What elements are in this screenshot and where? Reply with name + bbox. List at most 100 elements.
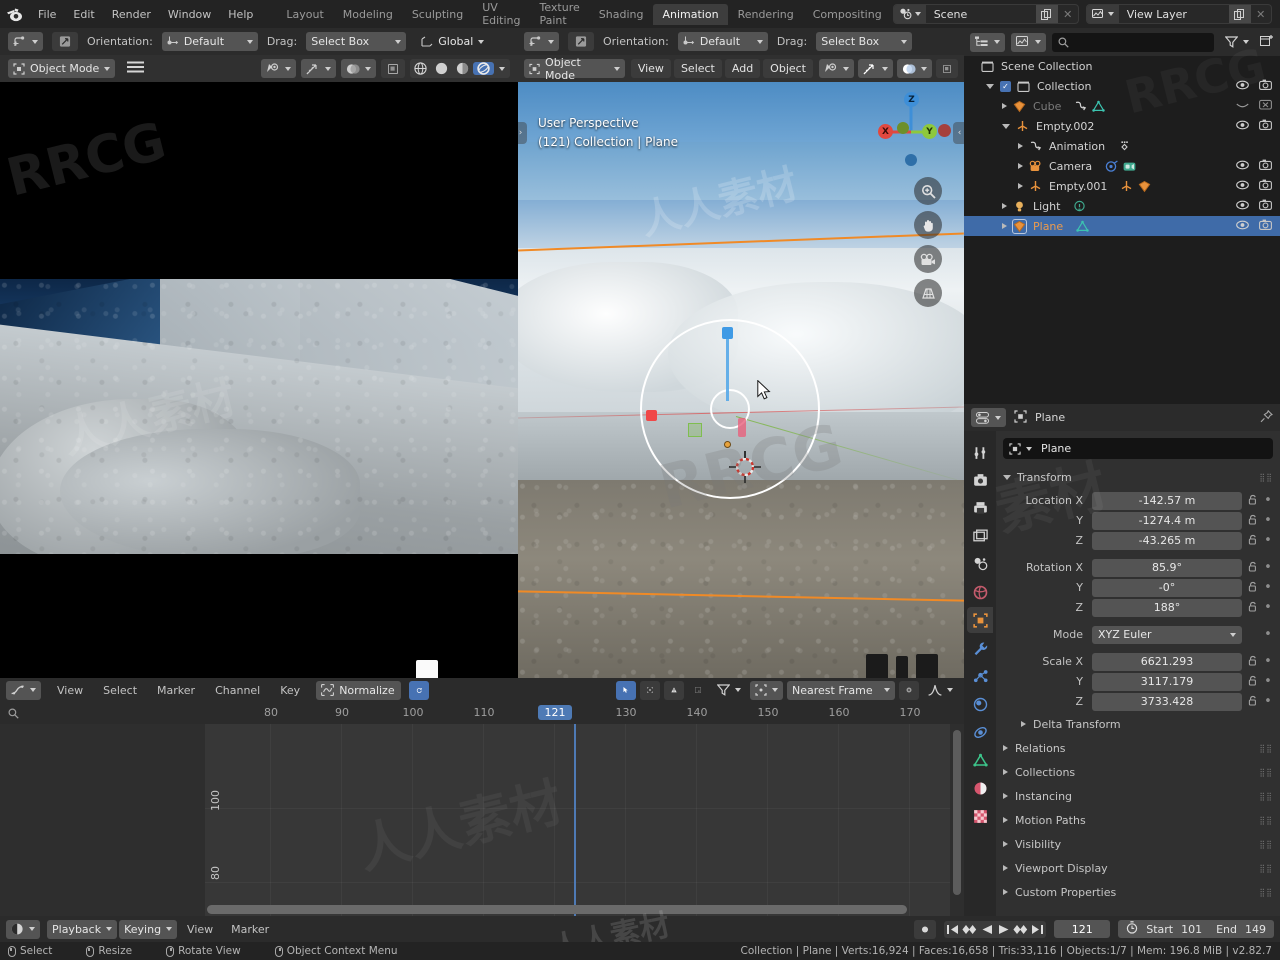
ghost-curves-icon[interactable]	[688, 681, 708, 700]
channel-region[interactable]	[0, 724, 205, 916]
sidebar-expand-arrow-icon[interactable]: ›	[518, 122, 527, 144]
animate-property-dot[interactable]: •	[1263, 536, 1273, 546]
light-data-icon[interactable]	[1073, 200, 1086, 213]
outliner-row-animation[interactable]: Animation	[964, 136, 1280, 156]
property-panel-visibility[interactable]: Visibility⣿⣿	[1003, 832, 1273, 856]
graph-editor-icon[interactable]	[6, 681, 41, 700]
workspace-tab-rendering[interactable]: Rendering	[729, 4, 803, 25]
unlink-scene-icon[interactable]: ✕	[1058, 5, 1078, 23]
tool-tab[interactable]	[967, 439, 993, 465]
timeline-menu-keying[interactable]: Keying	[119, 920, 177, 939]
new-view-layer-icon[interactable]	[1229, 5, 1251, 23]
property-panel-collections[interactable]: Collections⣿⣿	[1003, 760, 1273, 784]
eye-icon[interactable]	[1236, 200, 1249, 213]
view-layer-icon[interactable]	[1087, 5, 1119, 23]
solid-shading-icon[interactable]	[431, 62, 452, 75]
field-value[interactable]: 6621.293	[1092, 653, 1242, 671]
gizmo-x-handle[interactable]	[646, 410, 657, 421]
visibility-icon[interactable]	[261, 59, 296, 78]
expand-arrow-icon[interactable]	[1018, 183, 1023, 189]
frame-range-fields[interactable]: Start 101 End 149	[1118, 920, 1274, 938]
top-menu-edit[interactable]: Edit	[65, 4, 102, 24]
play-reverse-icon[interactable]	[978, 921, 995, 938]
left-camera-render[interactable]: Left RRCG 人人素材	[0, 82, 518, 678]
scene-icon[interactable]	[894, 5, 926, 23]
visibility-icon[interactable]	[819, 59, 854, 78]
playhead-line[interactable]	[574, 724, 576, 916]
keyframe-icon[interactable]	[1118, 140, 1131, 153]
playhead-frame-label[interactable]: 121	[538, 705, 572, 720]
workspace-tab-modeling[interactable]: Modeling	[334, 4, 402, 25]
animate-property-dot[interactable]: •	[1263, 677, 1273, 687]
mesh-data-icon[interactable]	[1138, 180, 1151, 193]
pan-hand-icon[interactable]	[914, 211, 942, 239]
view-layer-selector[interactable]: View Layer ✕	[1086, 4, 1272, 24]
object-mode-dropdown[interactable]: Object Mode	[524, 59, 625, 78]
pin-icon[interactable]	[1260, 410, 1273, 426]
end-frame-value[interactable]: 149	[1245, 923, 1266, 936]
outliner-row-light[interactable]: Light	[964, 196, 1280, 216]
proportional-edit-icon[interactable]	[568, 32, 594, 51]
viewport-3d-canvas[interactable]: User Perspective (121) Collection | Plan…	[518, 82, 964, 678]
lock-icon[interactable]	[1246, 695, 1259, 709]
lock-icon[interactable]	[1246, 675, 1259, 689]
n-panel-expand-arrow-icon[interactable]: ‹	[953, 122, 964, 144]
field-value[interactable]: -0°	[1092, 579, 1242, 597]
pivot-icon[interactable]	[899, 681, 919, 700]
only-selected-icon[interactable]	[640, 681, 660, 700]
texture-tab[interactable]	[967, 803, 993, 829]
physics-tab[interactable]	[967, 691, 993, 717]
overlays-icon[interactable]	[341, 59, 376, 78]
outliner-row-cube[interactable]: Cube	[964, 96, 1280, 116]
gizmo-icon[interactable]	[301, 59, 336, 78]
workspace-tab-shading[interactable]: Shading	[590, 4, 653, 25]
workspace-tab-sculpting[interactable]: Sculpting	[403, 4, 472, 25]
outliner-row-empty-002[interactable]: Empty.002	[964, 116, 1280, 136]
field-value[interactable]: 85.9°	[1092, 559, 1242, 577]
constraint-icon[interactable]	[1105, 160, 1118, 173]
new-collection-icon[interactable]	[1260, 34, 1274, 50]
filter-icon[interactable]	[1220, 33, 1254, 52]
orientation-dropdown[interactable]: Default	[162, 32, 258, 51]
outliner-display-mode-icon[interactable]	[970, 33, 1005, 52]
jump-end-icon[interactable]	[1029, 921, 1046, 938]
property-panel-motion-paths[interactable]: Motion Paths⣿⣿	[1003, 808, 1273, 832]
field-value[interactable]: 3733.428	[1092, 693, 1242, 711]
snap-icon[interactable]	[8, 32, 43, 51]
animate-property-dot[interactable]: •	[1263, 630, 1273, 640]
start-frame-value[interactable]: 101	[1181, 923, 1202, 936]
lock-icon[interactable]	[1246, 655, 1259, 669]
viewport-menu-view[interactable]: View	[631, 59, 671, 78]
graph-menu-key[interactable]: Key	[272, 680, 308, 700]
drag-dropdown[interactable]: Select Box	[816, 32, 912, 51]
eye-icon[interactable]	[1236, 220, 1249, 233]
top-menu-render[interactable]: Render	[104, 4, 159, 24]
shading-popover-chevron-icon[interactable]	[494, 67, 510, 71]
outliner-row-empty-001[interactable]: Empty.001	[964, 176, 1280, 196]
camera-green-icon[interactable]	[1123, 160, 1136, 173]
workspace-tab-uv-editing[interactable]: UV Editing	[473, 0, 529, 31]
graph-x-ruler[interactable]: 8090100110121130140150160170	[205, 702, 964, 724]
mesh-triangle-icon[interactable]	[1092, 100, 1105, 113]
render-visibility-camera-icon[interactable]	[1259, 79, 1272, 93]
top-menu-file[interactable]: File	[30, 4, 64, 24]
outliner-row-camera[interactable]: Camera	[964, 156, 1280, 176]
expand-arrow-icon[interactable]	[1002, 124, 1010, 129]
material-preview-shading-icon[interactable]	[452, 62, 473, 75]
gizmo-z-handle[interactable]	[722, 327, 733, 339]
property-panel-instancing[interactable]: Instancing⣿⣿	[1003, 784, 1273, 808]
timeline-menu-view[interactable]: View	[179, 919, 221, 939]
show-errors-icon[interactable]	[664, 681, 684, 700]
workspace-tab-layout[interactable]: Layout	[277, 4, 332, 25]
outliner-row-collection[interactable]: ✓Collection	[964, 76, 1280, 96]
animate-property-dot[interactable]: •	[1263, 603, 1273, 613]
proportional-icon[interactable]	[750, 681, 783, 700]
viewport-menu-object[interactable]: Object	[763, 59, 813, 78]
animate-property-dot[interactable]: •	[1263, 563, 1273, 573]
outliner-row-scene-collection[interactable]: Scene Collection	[964, 56, 1280, 76]
viewport-menu-select[interactable]: Select	[674, 59, 722, 78]
timeline-menu-marker[interactable]: Marker	[223, 919, 277, 939]
xray-icon[interactable]	[381, 59, 405, 78]
property-panel-viewport-display[interactable]: Viewport Display⣿⣿	[1003, 856, 1273, 880]
object-mode-dropdown[interactable]: Object Mode	[8, 59, 115, 78]
